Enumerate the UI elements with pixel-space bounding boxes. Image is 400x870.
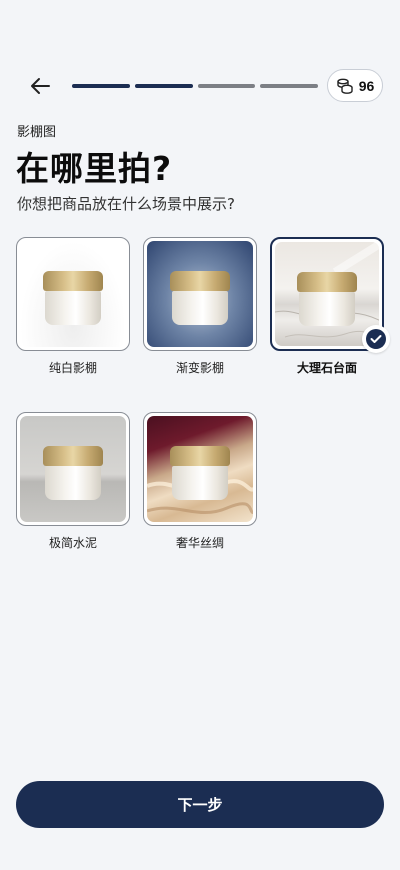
scene-thumbnail (16, 412, 130, 526)
selected-check-badge (362, 325, 390, 353)
scene-option-label: 纯白影棚 (48, 361, 97, 375)
scene-option-concrete[interactable]: 极简水泥 (16, 412, 130, 551)
scene-option-gradient-studio[interactable]: 渐变影棚 (143, 237, 257, 376)
header: 96 (0, 66, 400, 106)
coins-icon (337, 78, 353, 94)
back-button[interactable] (26, 72, 54, 100)
progress-segment (260, 84, 318, 88)
page-subtitle: 你想把商品放在什么场景中展示? (17, 195, 235, 213)
product-jar-image (297, 272, 357, 326)
page-title: 在哪里拍? (16, 149, 173, 188)
product-jar-image (43, 271, 103, 325)
scene-option-silk[interactable]: 奢华丝绸 (143, 412, 257, 551)
progress-segment (197, 84, 256, 88)
product-jar-image (170, 446, 230, 500)
credits-badge[interactable]: 96 (327, 69, 383, 102)
scene-option-label: 极简水泥 (48, 536, 97, 550)
scene-thumbnail (143, 412, 257, 526)
credits-count: 96 (358, 77, 375, 94)
arrow-left-icon (31, 78, 50, 94)
step-progress (72, 84, 318, 88)
scene-thumbnail (16, 237, 130, 351)
check-icon (370, 335, 382, 343)
progress-segment (134, 84, 193, 88)
scene-option-label: 奢华丝绸 (175, 536, 224, 550)
scene-thumbnail (143, 237, 257, 351)
next-button[interactable]: 下一步 (16, 781, 384, 828)
scene-option-white-studio[interactable]: 纯白影棚 (16, 237, 130, 376)
progress-segment (72, 84, 130, 88)
scene-option-label: 渐变影棚 (175, 361, 224, 375)
section-eyebrow: 影棚图 (17, 125, 57, 140)
product-jar-image (43, 446, 103, 500)
product-jar-image (170, 271, 230, 325)
scene-option-marble[interactable]: 大理石台面 (270, 237, 390, 376)
scene-option-label: 大理石台面 (296, 361, 357, 375)
